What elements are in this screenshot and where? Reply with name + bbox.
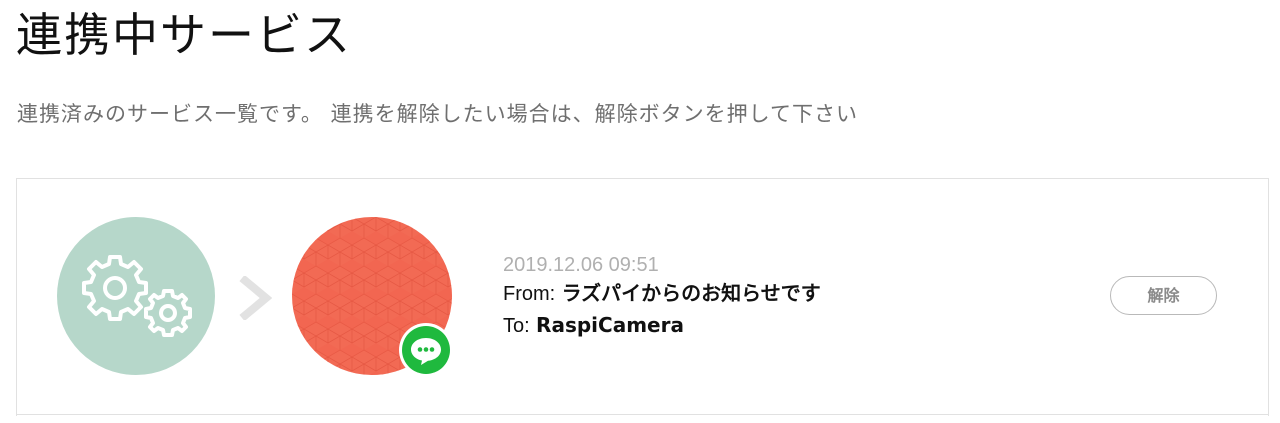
line-badge	[399, 323, 453, 377]
line-chat-icon	[411, 338, 441, 365]
gears-icon	[82, 255, 192, 337]
service-info: 2019.12.06 09:51 From: ラズパイからのお知らせです To:…	[503, 252, 821, 342]
page-title: 連携中サービス	[16, 8, 352, 62]
from-line: From: ラズパイからのお知らせです	[503, 278, 821, 310]
to-line: To: RaspiCamera	[503, 310, 821, 342]
card-divider	[16, 414, 1269, 415]
release-button[interactable]: 解除	[1110, 276, 1217, 315]
service-date: 2019.12.06 09:51	[503, 254, 659, 276]
to-value: RaspiCamera	[536, 313, 684, 337]
page-description: 連携済みのサービス一覧です。 連携を解除したい場合は、解除ボタンを押して下さい	[17, 102, 858, 126]
from-label: From:	[503, 283, 556, 305]
provider-avatar	[57, 217, 215, 375]
from-value: ラズパイからのお知らせです	[561, 281, 821, 305]
to-label: To:	[503, 315, 530, 337]
chevron-right-icon	[236, 274, 273, 324]
